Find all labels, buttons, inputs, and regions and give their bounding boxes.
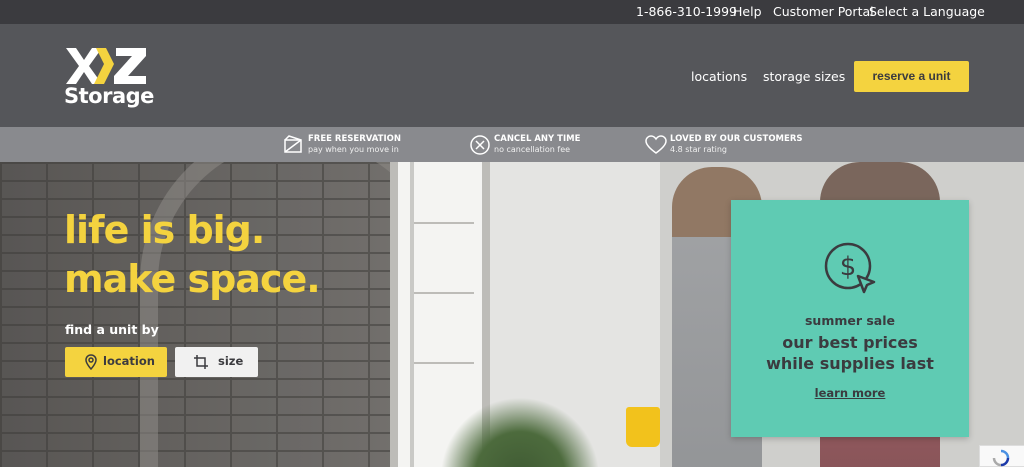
find-by-location-label: location: [103, 354, 155, 368]
customer-portal-link[interactable]: Customer Portal: [773, 4, 874, 19]
site-header: Storage locations storage sizes reserve …: [0, 24, 1024, 127]
find-by-size-label: size: [218, 354, 244, 368]
benefit-title: CANCEL ANY TIME: [494, 134, 581, 144]
summer-sale-promo-card: $ summer sale our best prices while supp…: [731, 200, 969, 437]
benefit-title: FREE RESERVATION: [308, 134, 401, 144]
benefit-loved-by-customers: LOVED BY OUR CUSTOMERS 4.8 star rating: [645, 133, 805, 157]
hero-section: life is big. make space. find a unit by …: [0, 162, 1024, 467]
hero-photo-plant: [440, 397, 600, 467]
benefit-free-reservation: FREE RESERVATION pay when you move in: [283, 133, 423, 157]
cancel-icon: [470, 135, 490, 155]
benefit-title: LOVED BY OUR CUSTOMERS: [670, 134, 803, 144]
nav-locations[interactable]: locations: [691, 69, 747, 84]
language-selector[interactable]: Select a Language: [869, 4, 985, 19]
recaptcha-badge[interactable]: [979, 445, 1024, 467]
crop-icon: [194, 355, 208, 369]
promo-headline: our best prices while supplies last: [731, 332, 969, 374]
heart-icon: [645, 135, 667, 154]
reserve-unit-button[interactable]: reserve a unit: [854, 61, 969, 92]
recaptcha-icon: [992, 449, 1010, 467]
svg-text:$: $: [840, 252, 857, 282]
nav-storage-sizes[interactable]: storage sizes: [763, 69, 845, 84]
hero-headline: life is big. make space.: [64, 206, 321, 304]
promo-headline-line-1: our best prices: [782, 333, 918, 352]
find-by-location-button[interactable]: location: [65, 347, 167, 377]
benefits-bar: FREE RESERVATION pay when you move in CA…: [0, 127, 1024, 162]
hero-headline-line-1: life is big.: [64, 208, 265, 252]
logo-wordmark: Storage: [64, 84, 154, 108]
find-by-size-button[interactable]: size: [175, 347, 258, 377]
find-unit-label: find a unit by: [65, 322, 159, 337]
benefit-subtitle: no cancellation fee: [494, 145, 571, 154]
hero-headline-line-2: make space.: [64, 257, 321, 301]
phone-link[interactable]: 1-866-310-1999: [636, 4, 737, 19]
utility-bar: 1-866-310-1999 Help Customer Portal Sele…: [0, 0, 1024, 24]
promo-kicker: summer sale: [804, 313, 896, 328]
help-link[interactable]: Help: [733, 4, 762, 19]
reservation-icon: [284, 135, 302, 153]
learn-more-link[interactable]: learn more: [731, 386, 969, 400]
benefit-subtitle: 4.8 star rating: [670, 145, 728, 154]
hero-photo-mug: [626, 407, 660, 447]
map-pin-icon: [85, 354, 97, 370]
benefit-cancel-any-time: CANCEL ANY TIME no cancellation fee: [469, 133, 599, 157]
dollar-cursor-icon: $: [824, 242, 876, 294]
promo-headline-line-2: while supplies last: [766, 354, 934, 373]
xyz-logo-mark: [66, 48, 146, 84]
brand-logo[interactable]: Storage: [62, 46, 154, 110]
benefit-subtitle: pay when you move in: [308, 145, 399, 154]
